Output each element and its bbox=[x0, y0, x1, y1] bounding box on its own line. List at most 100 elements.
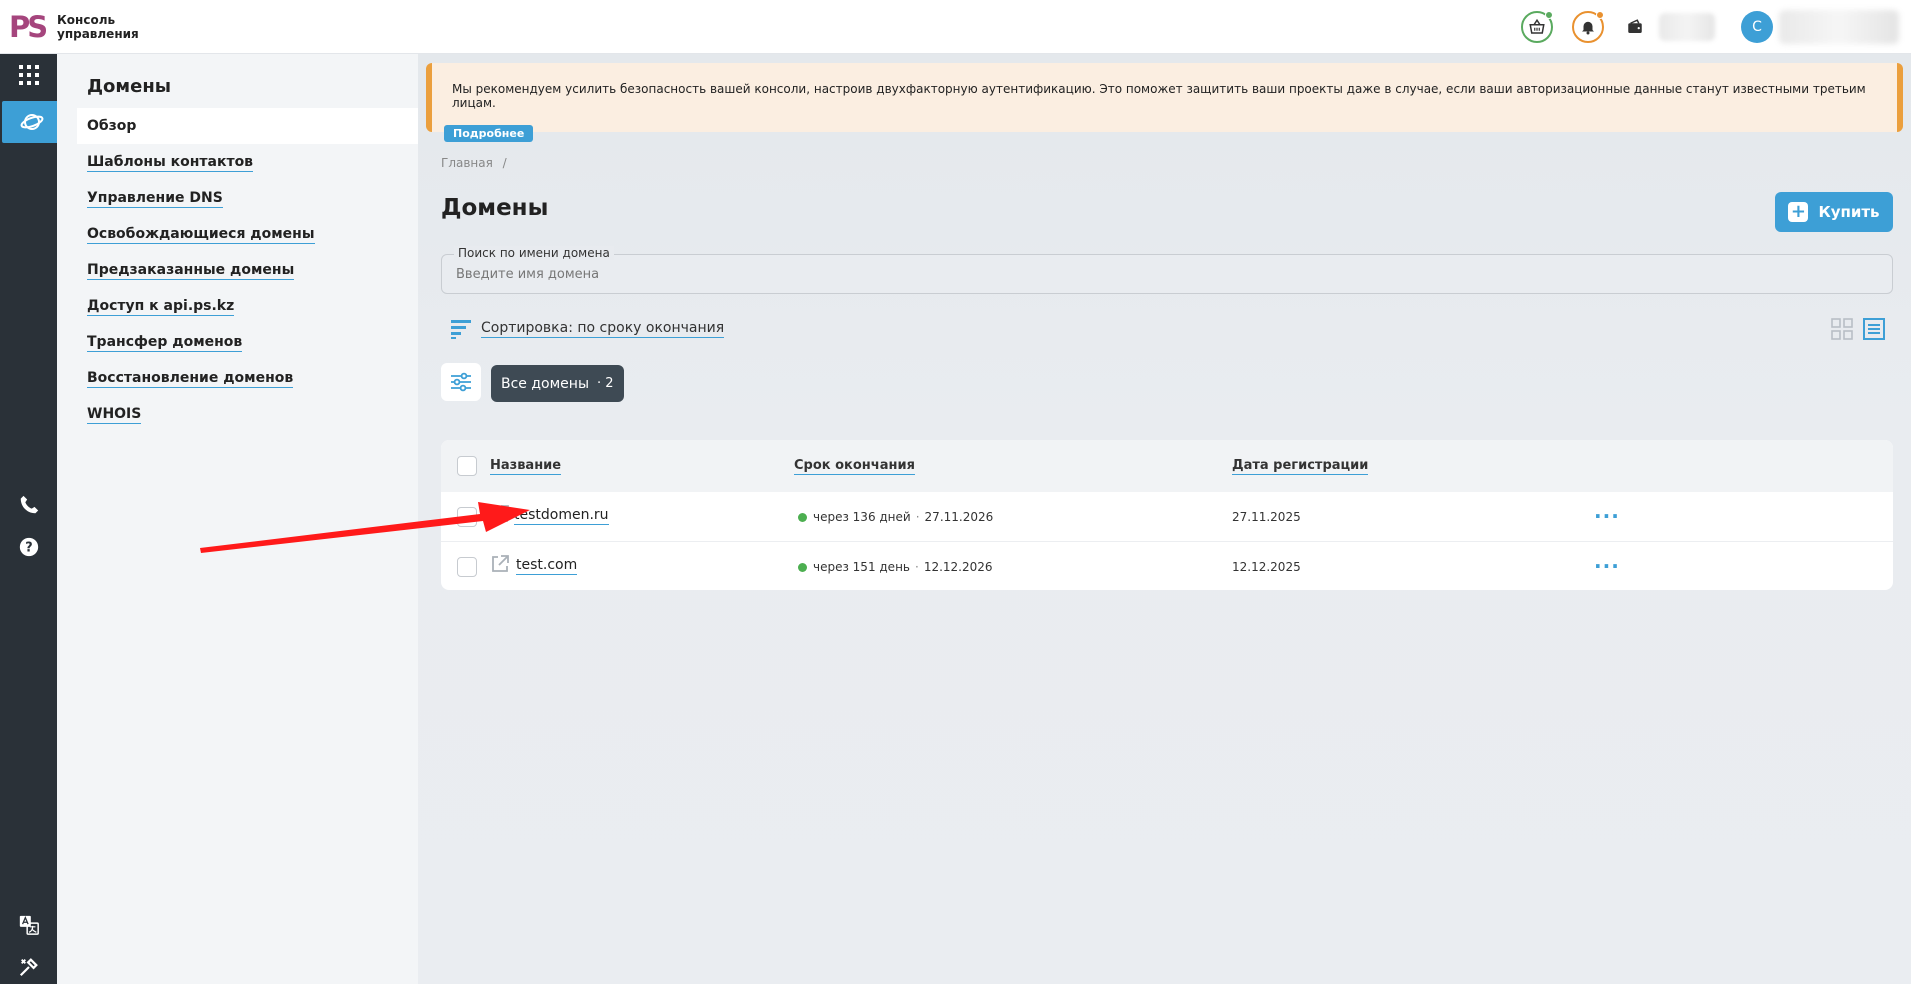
expiry-date: 12.12.2026 bbox=[923, 560, 993, 574]
registration-date: 12.12.2025 bbox=[1232, 560, 1301, 574]
grid-view-button[interactable] bbox=[1831, 318, 1853, 340]
sidebar-item-whois[interactable]: WHOIS bbox=[77, 396, 418, 432]
logo[interactable]: PS Консоль управления bbox=[9, 9, 147, 45]
sort-label: Сортировка: по сроку окончания bbox=[481, 320, 725, 338]
expires-in: через 151 день bbox=[813, 560, 910, 574]
registration-date: 27.11.2025 bbox=[1232, 510, 1301, 524]
bell-icon bbox=[1582, 21, 1594, 35]
apps-grid-icon bbox=[18, 65, 39, 85]
sidebar-item-label: Восстановление доменов bbox=[87, 369, 294, 388]
svg-text:?: ? bbox=[25, 541, 32, 556]
row-checkbox[interactable] bbox=[457, 557, 477, 577]
sidebar-item-label: Обзор bbox=[87, 118, 137, 134]
balance-redacted bbox=[1659, 13, 1715, 41]
alert-more-button[interactable]: Подробнее bbox=[444, 125, 534, 142]
breadcrumb-separator: / bbox=[502, 156, 507, 170]
plus-icon: + bbox=[1788, 202, 1809, 222]
row-checkbox[interactable] bbox=[457, 507, 477, 527]
chip-count: · 2 bbox=[597, 376, 614, 391]
sidebar-item-domain-restore[interactable]: Восстановление доменов bbox=[77, 360, 418, 396]
security-alert: Мы рекомендуем усилить безопасность ваше… bbox=[426, 63, 1903, 132]
search-field: Поиск по имени домена bbox=[441, 246, 1893, 294]
rail-domains-button[interactable] bbox=[2, 101, 62, 143]
sidebar-item-label: Доступ к api.ps.kz bbox=[87, 297, 235, 316]
basket-icon bbox=[1529, 18, 1545, 34]
basket-badge bbox=[1545, 11, 1553, 19]
view-toggle bbox=[1831, 318, 1885, 340]
chip-label: Все домены bbox=[501, 375, 589, 392]
breadcrumb-home[interactable]: Главная bbox=[441, 156, 493, 170]
sidebar-item-label: Освобождающиеся домены bbox=[87, 225, 315, 244]
breadcrumb: Главная / bbox=[441, 156, 507, 170]
help-icon: ? bbox=[19, 537, 38, 557]
avatar[interactable]: С bbox=[1741, 11, 1773, 43]
row-more-button[interactable]: ··· bbox=[1594, 504, 1620, 528]
notifications-badge bbox=[1596, 11, 1604, 19]
column-registered[interactable]: Дата регистрации bbox=[1232, 458, 1369, 475]
sidebar-item-label: WHOIS bbox=[87, 405, 142, 424]
column-name[interactable]: Название bbox=[490, 458, 562, 475]
filter-chip-all-domains[interactable]: Все домены · 2 bbox=[491, 365, 624, 402]
sidebar-item-label: Трансфер доменов bbox=[87, 333, 243, 352]
sidebar-item-expiring-domains[interactable]: Освобождающиеся домены bbox=[77, 216, 418, 252]
expiry-cell: через 151 день · 12.12.2026 bbox=[798, 560, 993, 574]
external-link-icon[interactable] bbox=[490, 504, 510, 524]
external-link-icon[interactable] bbox=[490, 554, 510, 574]
row-more-button[interactable]: ··· bbox=[1594, 554, 1620, 578]
tools-icon bbox=[19, 958, 38, 977]
phone-icon bbox=[20, 495, 38, 514]
sidebar-item-contact-templates[interactable]: Шаблоны контактов bbox=[77, 144, 418, 180]
buy-button-label: Купить bbox=[1818, 203, 1880, 221]
rail-phone-button[interactable] bbox=[0, 484, 57, 526]
notifications-button[interactable] bbox=[1572, 11, 1604, 43]
domain-name-link[interactable]: testdomen.ru bbox=[514, 506, 609, 525]
sidebar-item-preordered-domains[interactable]: Предзаказанные домены bbox=[77, 252, 418, 288]
status-dot bbox=[798, 512, 807, 522]
wallet-button[interactable] bbox=[1623, 15, 1647, 39]
ps-logo-mark: PS bbox=[8, 10, 48, 44]
expires-in: через 136 дней bbox=[813, 510, 911, 524]
domains-sidebar: Домены Обзор Шаблоны контактов Управлени… bbox=[57, 54, 418, 984]
table-row: test.com через 151 день · 12.12.2026 12.… bbox=[441, 541, 1893, 590]
rail-tools-button[interactable] bbox=[0, 946, 57, 984]
top-header: PS Консоль управления С bbox=[0, 0, 1911, 54]
sidebar-item-api-access[interactable]: Доступ к api.ps.kz bbox=[77, 288, 418, 324]
buy-button[interactable]: + Купить bbox=[1775, 192, 1893, 232]
table-row: testdomen.ru через 136 дней · 27.11.2026… bbox=[441, 492, 1893, 541]
select-all-checkbox[interactable] bbox=[457, 456, 477, 476]
column-expiry[interactable]: Срок окончания bbox=[794, 458, 915, 475]
sidebar-item-label: Шаблоны контактов bbox=[87, 153, 254, 172]
domain-name-link[interactable]: test.com bbox=[516, 556, 578, 575]
rail-language-button[interactable] bbox=[0, 904, 57, 946]
grid-view-icon bbox=[1831, 318, 1853, 340]
sidebar-menu: Обзор Шаблоны контактов Управление DNS О… bbox=[77, 108, 418, 432]
search-input[interactable] bbox=[456, 255, 1876, 293]
basket-button[interactable] bbox=[1521, 11, 1553, 43]
sidebar-item-domain-transfer[interactable]: Трансфер доменов bbox=[77, 324, 418, 360]
domains-table: Название Срок окончания Дата регистрации… bbox=[441, 440, 1893, 590]
domains-globe-icon bbox=[20, 114, 44, 130]
wallet-icon bbox=[1628, 19, 1642, 33]
sort-control[interactable]: Сортировка: по сроку окончания bbox=[451, 319, 725, 339]
table-header: Название Срок окончания Дата регистрации bbox=[441, 440, 1893, 492]
page-title: Домены bbox=[441, 195, 549, 221]
rail-help-button[interactable]: ? bbox=[0, 526, 57, 568]
account-name-redacted[interactable] bbox=[1779, 10, 1899, 44]
sort-icon bbox=[451, 320, 471, 339]
logo-text: Консоль управления bbox=[57, 13, 139, 41]
rail-apps-button[interactable] bbox=[0, 54, 57, 96]
status-dot bbox=[798, 562, 807, 572]
sidebar-title: Домены bbox=[87, 76, 172, 97]
expiry-date: 27.11.2026 bbox=[924, 510, 994, 524]
sidebar-item-dns[interactable]: Управление DNS bbox=[77, 180, 418, 216]
app-rail: ? bbox=[0, 54, 62, 984]
alert-text: Мы рекомендуем усилить безопасность ваше… bbox=[452, 82, 1866, 110]
list-view-button[interactable] bbox=[1863, 318, 1885, 340]
dot-separator: · bbox=[915, 510, 920, 524]
filters-button[interactable] bbox=[441, 363, 481, 401]
main-content: Мы рекомендуем усилить безопасность ваше… bbox=[418, 54, 1911, 984]
filter-sliders-icon bbox=[451, 372, 471, 392]
sidebar-item-overview[interactable]: Обзор bbox=[77, 108, 418, 144]
dot-separator: · bbox=[914, 560, 919, 574]
list-view-icon bbox=[1863, 318, 1885, 340]
